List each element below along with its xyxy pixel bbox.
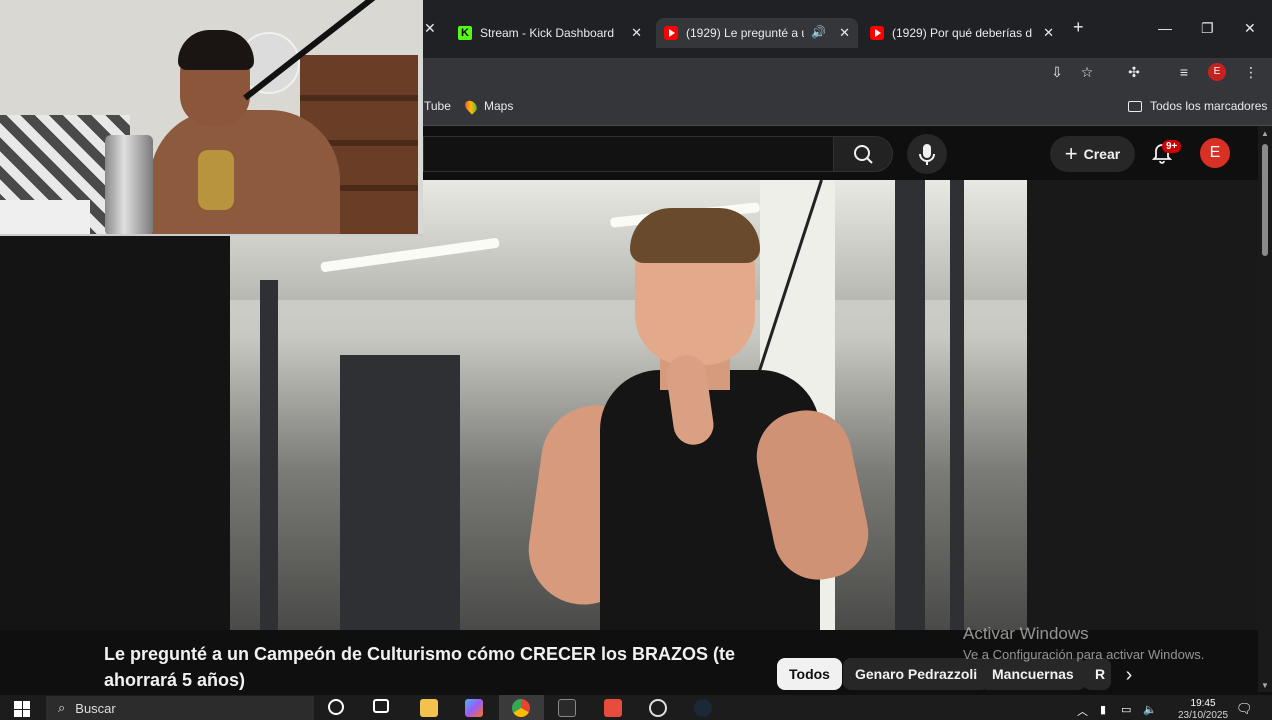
activate-windows-subtitle: Ve a Configuración para activar Windows. [963,647,1205,662]
streamer-body [150,110,340,234]
scroll-up-icon[interactable]: ▲ [1261,130,1269,138]
obs-icon[interactable] [649,699,667,717]
chip-genaro-pedrazzoli[interactable]: Genaro Pedrazzoli [843,658,990,690]
person-hair [630,208,760,263]
webcam-thermos [105,135,153,234]
video-player[interactable] [230,180,1027,630]
chip-mancuernas[interactable]: Mancuernas [980,658,1086,690]
webcam-overlay [0,0,423,236]
taskbar-search[interactable]: ⌕ Buscar [46,696,314,720]
plus-icon: + [1064,141,1078,166]
folder-icon [1128,100,1142,112]
tab-title: (1929) Le pregunté a un [686,26,804,40]
tab-title: (1929) Por qué deberías dej [892,26,1032,40]
volume-icon[interactable]: 🔈 [1143,703,1157,716]
video-title: Le pregunté a un Campeón de Culturismo c… [104,644,736,690]
search-input[interactable] [423,136,833,172]
shelf-board [300,95,418,101]
page-scrollbar[interactable]: ▲ ▼ [1258,126,1272,692]
extensions-icon[interactable]: ✣ [1124,62,1144,82]
page-background-left [0,236,230,630]
voice-search-button[interactable] [907,134,947,174]
speaker-icon[interactable]: 🔊 [811,25,826,39]
page-background-right [1027,180,1258,630]
search-icon [854,145,873,164]
tab-youtube-active[interactable]: (1929) Le pregunté a un 🔊 ✕ [656,18,858,48]
tab-kick-dashboard[interactable]: K Stream - Kick Dashboard ✕ [450,18,650,48]
close-window-icon[interactable]: ✕ [1244,20,1256,37]
bookmark-star-icon[interactable]: ☆ [1077,62,1097,82]
notifications-badge: 9+ [1162,140,1182,153]
webcam-laptop [0,200,90,234]
microphone-icon [919,144,935,165]
taskbar-clock[interactable]: 19:45 23/10/2025 [1178,698,1228,718]
cortana-icon[interactable] [328,699,344,715]
windows-start-icon[interactable] [14,701,30,717]
create-button[interactable]: + Crear [1050,136,1135,172]
all-bookmarks-label: Todos los marcadores [1150,99,1268,113]
account-avatar[interactable]: E [1200,138,1230,168]
new-tab-button[interactable]: + [1073,17,1084,38]
install-app-icon[interactable]: ⇩ [1047,62,1067,82]
notifications-center-icon[interactable]: 🗨 [1236,701,1253,717]
restore-icon[interactable]: ❐ [1201,20,1214,37]
tab-youtube[interactable]: (1929) Por qué deberías dej ✕ [862,18,1062,48]
chevron-right-icon[interactable]: › [1117,663,1141,687]
clock-time: 19:45 [1190,698,1216,709]
network-icon[interactable]: ▭ [1121,703,1131,716]
minimize-icon[interactable]: — [1158,20,1172,36]
tab-close-icon[interactable]: ✕ [631,24,642,42]
gym-rack [950,180,964,630]
file-explorer-icon[interactable] [420,699,438,717]
taskbar-search-placeholder: Buscar [75,700,116,716]
youtube-icon [870,26,884,40]
close-previous-tab-icon[interactable]: ✕ [424,20,436,37]
bookmark-label: Maps [484,99,514,113]
bookmark-youtube[interactable]: Tube [424,99,451,113]
profile-avatar[interactable]: E [1208,63,1226,81]
app-icon[interactable] [604,699,622,717]
kick-icon: K [458,26,472,40]
all-bookmarks[interactable]: Todos los marcadores [1128,99,1267,113]
tab-title: Stream - Kick Dashboard [480,26,615,40]
gym-rack [895,180,925,630]
copilot-icon[interactable] [465,699,483,717]
chip-partial[interactable]: R [1083,658,1111,690]
scroll-down-icon[interactable]: ▼ [1261,682,1269,690]
steam-icon[interactable] [694,699,712,717]
activate-windows-title: Activar Windows [963,624,1089,643]
webcam-microphone [198,150,234,210]
tray-chevron-icon[interactable]: ︿ [1077,703,1088,719]
tray-usb-icon[interactable]: ▮ [1100,703,1106,716]
gym-rack [260,280,278,630]
create-label: Crear [1083,146,1121,162]
gym-machine [340,355,460,630]
tab-close-icon[interactable]: ✕ [839,24,850,42]
maps-icon [462,97,480,115]
youtube-icon [664,26,678,40]
screen: ✕ K Stream - Kick Dashboard ✕ (1929) Le … [0,0,1272,720]
task-view-icon[interactable] [373,699,389,713]
bookmark-maps[interactable]: Maps [462,97,514,115]
search-icon: ⌕ [58,700,66,715]
media-control-icon[interactable]: ≡ [1174,62,1194,82]
chip-todos[interactable]: Todos [777,658,842,690]
menu-icon[interactable]: ⋮ [1241,62,1261,82]
clock-date: 23/10/2025 [1178,710,1229,718]
epic-games-icon[interactable] [558,699,576,717]
scroll-thumb[interactable] [1262,144,1268,256]
search-button[interactable] [833,136,893,172]
tab-close-icon[interactable]: ✕ [1043,24,1054,42]
chrome-icon[interactable] [512,699,530,717]
